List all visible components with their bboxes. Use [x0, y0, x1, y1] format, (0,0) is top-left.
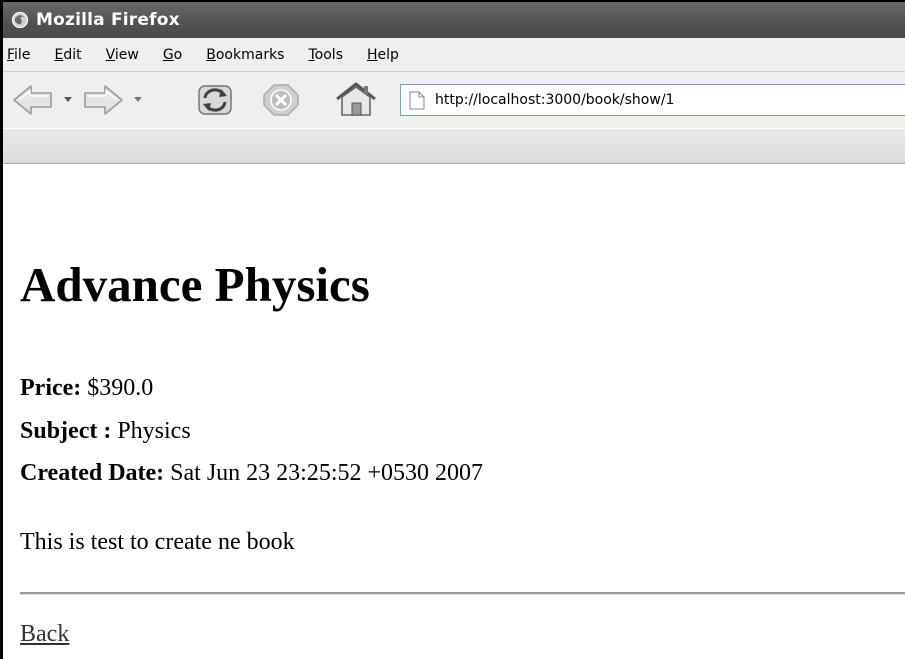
stop-button[interactable] [261, 82, 301, 118]
page-icon [407, 90, 427, 110]
home-button[interactable] [333, 80, 379, 120]
chevron-down-icon [134, 97, 142, 102]
subject-value: Physics [111, 418, 191, 444]
back-button[interactable] [11, 82, 55, 118]
window-title: Mozilla Firefox [36, 10, 180, 30]
forward-button[interactable] [81, 82, 125, 118]
price-row: Price: $390.0 [20, 376, 153, 400]
subject-row: Subject : Physics [20, 419, 191, 443]
created-date-value: Sat Jun 23 23:25:52 +0530 2007 [164, 460, 484, 486]
created-date-label: Created Date: [20, 460, 165, 486]
menu-file[interactable]: File [7, 45, 30, 65]
book-description: This is test to create ne book [20, 529, 295, 555]
navigation-toolbar: http://localhost:3000/book/show/1 [3, 72, 905, 128]
menu-bookmarks[interactable]: Bookmarks [206, 45, 284, 65]
address-bar[interactable]: http://localhost:3000/book/show/1 [400, 84, 905, 116]
menu-edit[interactable]: Edit [54, 45, 81, 65]
url-text: http://localhost:3000/book/show/1 [435, 92, 675, 108]
bookmarks-toolbar [3, 128, 905, 164]
browser-window: Mozilla Firefox File Edit View Go Bookma… [0, 0, 905, 659]
forward-history-dropdown[interactable] [131, 90, 145, 110]
home-icon [336, 82, 376, 116]
page-content: Advance Physics Price: $390.0 Subject : … [3, 164, 905, 659]
reload-button[interactable] [193, 80, 237, 120]
menu-view[interactable]: View [106, 45, 139, 65]
price-value: $390.0 [81, 375, 154, 401]
stop-icon [263, 84, 299, 116]
chevron-down-icon [64, 97, 72, 102]
title-bar: Mozilla Firefox [3, 2, 905, 38]
menu-go[interactable]: Go [163, 45, 182, 65]
menu-tools[interactable]: Tools [308, 45, 343, 65]
subject-label: Subject : [20, 418, 112, 444]
back-history-dropdown[interactable] [61, 90, 75, 110]
menu-bar: File Edit View Go Bookmarks Tools Help [3, 38, 905, 72]
back-arrow-icon [13, 85, 52, 115]
firefox-icon [11, 11, 29, 29]
reload-icon [198, 85, 232, 115]
book-title: Advance Physics [20, 257, 370, 312]
horizontal-rule [20, 592, 905, 595]
back-link[interactable]: Back [20, 622, 69, 646]
menu-help[interactable]: Help [367, 45, 399, 65]
price-label: Price: [20, 375, 82, 401]
created-date-row: Created Date: Sat Jun 23 23:25:52 +0530 … [20, 461, 483, 485]
forward-arrow-icon [84, 85, 123, 115]
